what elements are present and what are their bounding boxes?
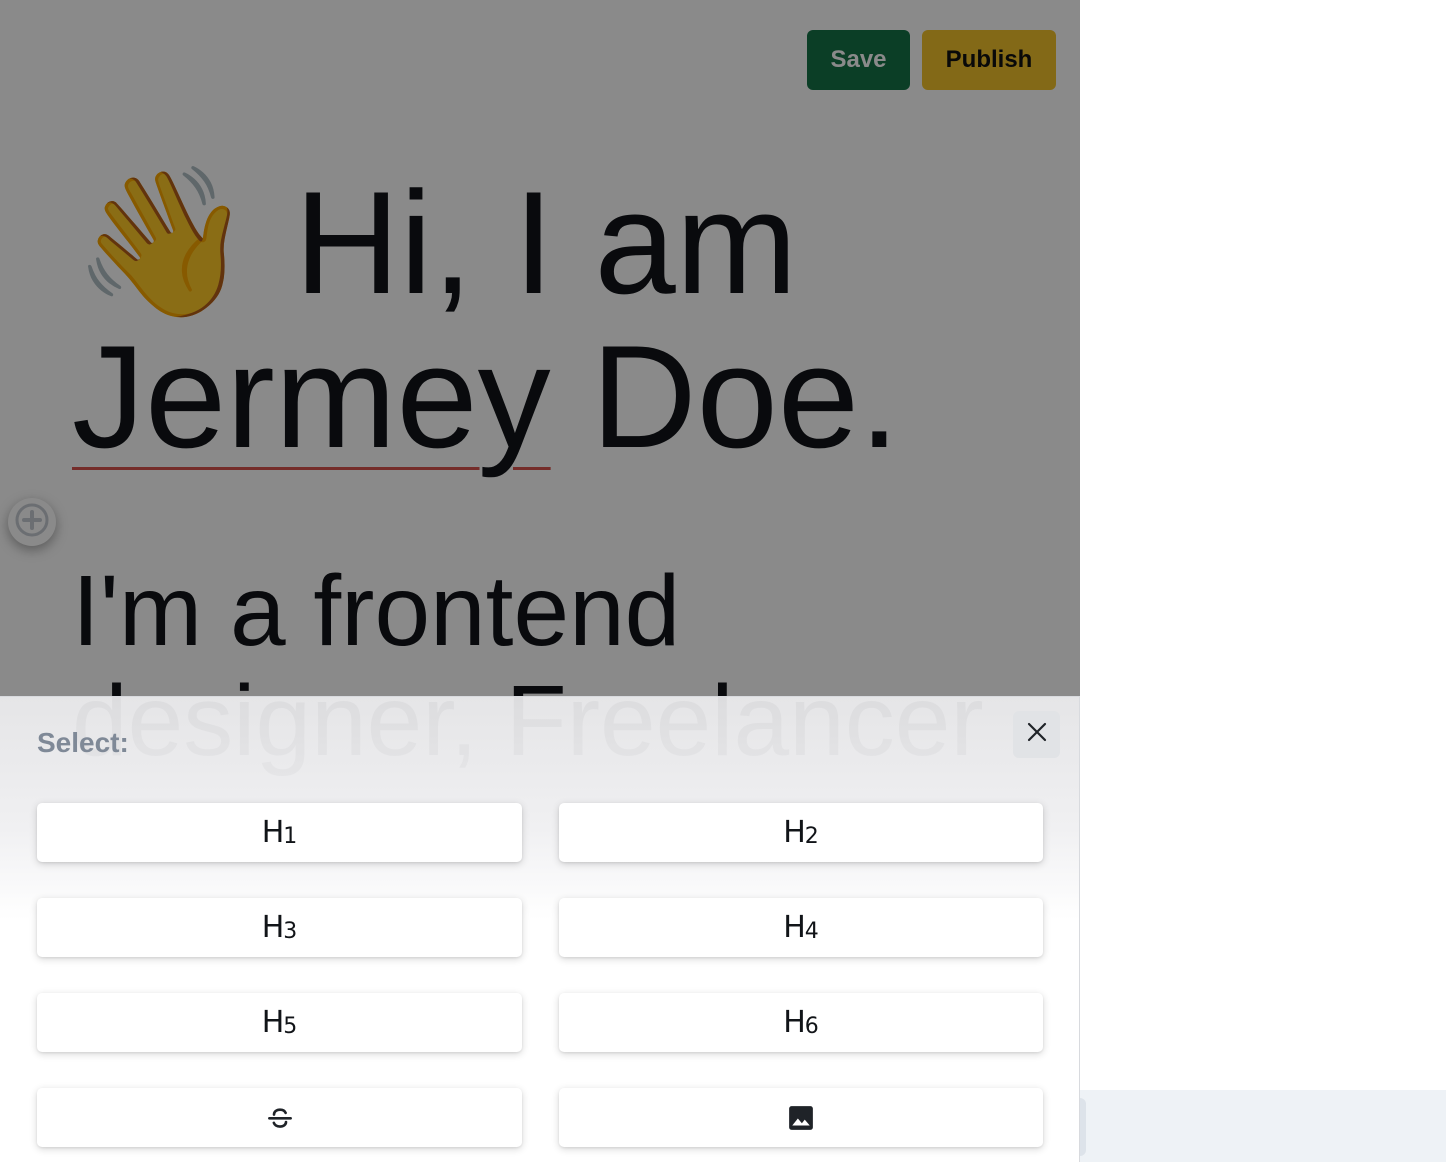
h4-letter: H bbox=[783, 910, 806, 945]
block-options-grid: H1 H2 H3 H4 H5 H6 bbox=[37, 803, 1043, 1147]
sheet-title: Select: bbox=[37, 727, 129, 758]
h5-letter: H bbox=[261, 1005, 285, 1040]
app-stage: Save Publish 👋 Hi, I am Jermey Doe. I'm … bbox=[0, 0, 1446, 1162]
option-h3[interactable]: H3 bbox=[37, 898, 522, 957]
option-h2[interactable]: H2 bbox=[559, 803, 1043, 862]
h4-level: 4 bbox=[804, 919, 819, 944]
h5-level: 5 bbox=[283, 1014, 298, 1039]
close-button[interactable] bbox=[1013, 711, 1060, 758]
option-h5[interactable]: H5 bbox=[37, 993, 522, 1052]
h3-letter: H bbox=[261, 910, 285, 945]
option-image[interactable] bbox=[559, 1088, 1043, 1147]
h3-level: 3 bbox=[283, 919, 298, 944]
image-icon bbox=[786, 1103, 816, 1133]
option-h4[interactable]: H4 bbox=[559, 898, 1043, 957]
h6-level: 6 bbox=[804, 1014, 819, 1039]
strikethrough-icon bbox=[265, 1103, 295, 1133]
option-strikethrough[interactable] bbox=[37, 1088, 522, 1147]
bottom-panel-strip bbox=[1080, 1090, 1446, 1162]
h2-level: 2 bbox=[804, 824, 819, 849]
h1-letter: H bbox=[261, 815, 285, 850]
h6-letter: H bbox=[783, 1005, 806, 1040]
h1-level: 1 bbox=[283, 824, 298, 849]
option-h1[interactable]: H1 bbox=[37, 803, 522, 862]
close-icon bbox=[1026, 721, 1048, 748]
option-h6[interactable]: H6 bbox=[559, 993, 1043, 1052]
block-type-sheet: Select: H1 H2 H3 H4 H5 H 6 bbox=[0, 696, 1080, 1162]
h2-letter: H bbox=[783, 815, 806, 850]
